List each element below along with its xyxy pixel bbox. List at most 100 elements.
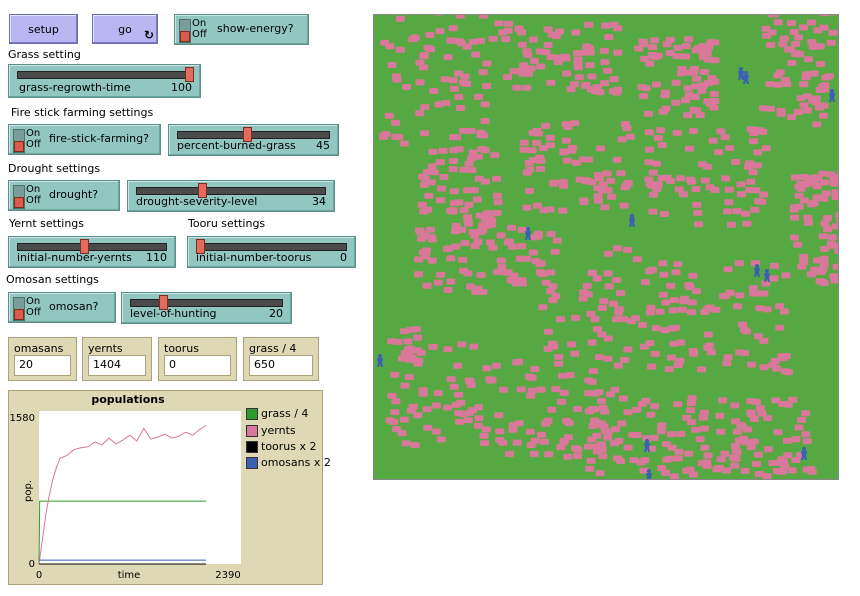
setup-button[interactable]: setup (9, 14, 78, 44)
fire-stick-farming-switch[interactable]: On Off fire-stick-farming? (8, 124, 161, 155)
yernt-agent (782, 437, 792, 444)
yernt-agent (692, 288, 702, 295)
grass-regrowth-slider[interactable]: grass-regrowth-time 100 (8, 64, 201, 98)
yernt-agent (606, 177, 616, 184)
yernt-agent (819, 102, 829, 109)
yernt-setting-heading: Yernt settings (9, 217, 85, 230)
slider-thumb[interactable] (185, 67, 194, 82)
yernt-agent (599, 47, 609, 54)
fire-setting-heading: Fire stick farming settings (11, 106, 154, 119)
yernt-agent (793, 241, 803, 248)
yernt-agent (820, 220, 830, 227)
yernt-agent (561, 137, 571, 144)
yernt-agent (454, 38, 464, 45)
yernt-agent (429, 88, 439, 94)
person-head (830, 89, 834, 93)
yernt-agent (640, 279, 650, 286)
omosan-switch[interactable]: On Off omosan? (8, 292, 116, 323)
yernt-agent (464, 377, 474, 384)
drought-severity-slider[interactable]: drought-severity-level 34 (127, 180, 335, 212)
yernt-agent (746, 178, 756, 185)
yernt-agent (571, 159, 581, 166)
slider-track (17, 71, 192, 79)
yernt-agent (672, 53, 682, 60)
yernt-agent (410, 442, 420, 449)
yernt-agent (448, 25, 458, 32)
yernt-agent (653, 135, 663, 141)
yernt-agent (708, 137, 718, 144)
yernt-agent (390, 409, 400, 416)
yernt-agent (787, 59, 797, 66)
yernt-agent (673, 455, 683, 462)
person-body (377, 358, 383, 367)
x-axis-label: time (118, 570, 141, 581)
yernt-agent (554, 360, 564, 367)
drought-switch[interactable]: On Off drought? (8, 180, 120, 211)
yernt-agent (775, 69, 785, 76)
yernt-agent (415, 110, 425, 117)
show-energy-switch[interactable]: On Off show-energy? (174, 14, 309, 45)
yernt-agent (509, 68, 519, 75)
yernt-agent (483, 222, 493, 229)
yernt-agent (736, 191, 746, 198)
yernt-agent (507, 224, 516, 231)
yernt-agent (587, 179, 597, 185)
legend-swatch (246, 456, 258, 469)
slider-track (196, 243, 347, 251)
yernt-agent (609, 76, 619, 83)
switch-knob (14, 309, 24, 320)
yernt-agent (546, 54, 556, 61)
switch-knob (14, 197, 24, 208)
hunting-level-slider[interactable]: level-of-hunting 20 (121, 292, 292, 324)
yernt-agent (455, 418, 464, 425)
yernt-agent (820, 179, 829, 186)
yernt-agent (673, 44, 683, 51)
initial-yernts-slider[interactable]: initial-number-yernts 110 (8, 236, 176, 268)
yernt-agent (641, 85, 651, 92)
yernt-agent (709, 104, 719, 111)
yernt-agent (464, 201, 474, 208)
yernt-agent (790, 214, 799, 221)
slider-label: drought-severity-level (136, 195, 258, 208)
person-head (378, 354, 382, 358)
yernt-agent (391, 398, 401, 405)
yernt-agent (547, 406, 557, 413)
yernt-agent (620, 357, 630, 363)
yernt-agent (494, 20, 504, 27)
yernt-agent (699, 425, 709, 432)
person-icon (743, 71, 749, 84)
yernt-agent (593, 193, 603, 200)
monitor-label: grass / 4 (249, 342, 297, 355)
yernt-agent (715, 412, 725, 419)
slider-label: initial-number-yernts (17, 251, 132, 264)
yernt-agent (464, 160, 474, 167)
yernt-agent (563, 434, 573, 441)
initial-toorus-slider[interactable]: initial-number-toorus 0 (187, 236, 356, 268)
yernt-agent (673, 401, 683, 408)
yernt-agent (752, 162, 762, 169)
yernt-agent (541, 122, 551, 129)
yernt-agent (668, 307, 678, 314)
yernt-agent (740, 210, 750, 217)
yernt-agent (773, 19, 783, 26)
yernt-agent (573, 446, 583, 453)
yernt-agent (733, 428, 742, 435)
yernt-agent (650, 350, 660, 357)
yernt-agent (399, 416, 409, 423)
yernt-agent (692, 201, 702, 208)
world-view[interactable] (373, 14, 839, 480)
yernt-agent (742, 220, 752, 227)
yernt-agent (740, 326, 750, 333)
percent-burned-slider[interactable]: percent-burned-grass 45 (168, 124, 339, 156)
go-button[interactable]: go ↻ (92, 14, 158, 44)
yernt-agent (613, 245, 622, 252)
yernt-agent (659, 271, 669, 278)
yernt-agent (387, 338, 397, 345)
person-head (802, 447, 806, 451)
yernt-agent (436, 197, 446, 204)
yernt-agent (413, 412, 423, 419)
yernt-agent (454, 146, 464, 153)
switch-track (179, 19, 191, 43)
yernt-agent (544, 451, 554, 458)
yernt-agent (838, 245, 839, 251)
